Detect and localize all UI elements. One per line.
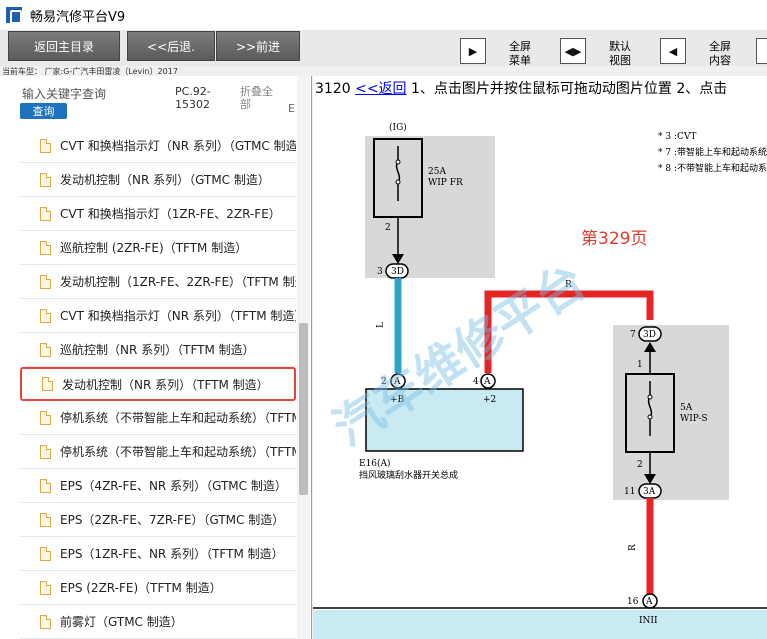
- svg-text:+2: +2: [483, 395, 496, 405]
- svg-text:A: A: [483, 377, 491, 387]
- search-button[interactable]: 查询: [20, 103, 67, 119]
- sidebar-item-label: 巡航控制 (2ZR-FE)（TFTM 制造）: [60, 241, 248, 255]
- bottom-module: [313, 610, 767, 639]
- fullscreen-menu-label[interactable]: 全屏 菜单: [500, 40, 540, 68]
- sidebar: 输入关键字查询 查询 PC.92-15302 折叠全部 E CVT 和换档指示灯…: [0, 76, 312, 639]
- note-3: * 3 :CVT: [658, 132, 696, 142]
- svg-text:R: R: [628, 544, 638, 551]
- sidebar-item-label: EPS (2ZR-FE)（TFTM 制造）: [60, 581, 222, 595]
- fullscreen-content-icon[interactable]: ◀: [660, 38, 686, 64]
- document-icon: [40, 274, 51, 289]
- forward-button[interactable]: >>前进: [216, 31, 300, 61]
- search-input[interactable]: 输入关键字查询: [22, 85, 106, 102]
- back-button[interactable]: <<后退.: [127, 31, 215, 61]
- sidebar-item[interactable]: 发动机控制（NR 系列）（TFTM 制造）: [20, 367, 296, 401]
- page-number: 第329页: [581, 229, 648, 249]
- fuse2-name: WIP-S: [680, 414, 708, 424]
- sidebar-item[interactable]: 巡航控制（NR 系列）（TFTM 制造）: [20, 333, 296, 367]
- scroll-thumb[interactable]: [299, 323, 308, 495]
- svg-text:INII: INII: [639, 616, 658, 626]
- document-icon: [40, 240, 51, 255]
- sidebar-item[interactable]: EPS（4ZR-FE、NR 系列）（GTMC 制造）: [20, 469, 296, 503]
- app-icon: [6, 7, 22, 24]
- fullscreen-content-label[interactable]: 全屏 内容: [700, 40, 740, 68]
- document-icon: [42, 377, 53, 391]
- sidebar-item-label: CVT 和换档指示灯（NR 系列）（TFTM 制造）: [60, 309, 296, 323]
- sidebar-item[interactable]: CVT 和换档指示灯（NR 系列）（GTMC 制造）: [20, 129, 296, 163]
- ig-label: (IG): [389, 122, 407, 133]
- document-icon: [40, 138, 51, 153]
- window-title: 畅易汽修平台V9: [30, 9, 126, 25]
- sidebar-scrollbar[interactable]: [297, 76, 310, 639]
- sidebar-item-label: CVT 和换档指示灯（1ZR-FE、2ZR-FE）: [60, 207, 281, 221]
- wire-num-2a: 2: [385, 223, 391, 233]
- sidebar-item-label: 停机系统（不带智能上车和起动系统）（TFTM 制造）: [60, 445, 296, 459]
- sidebar-item[interactable]: EPS（2ZR-FE、7ZR-FE）（GTMC 制造）: [20, 503, 296, 537]
- fuse-box-left: [365, 136, 495, 278]
- fuse1-name: WIP FR: [428, 178, 463, 188]
- sidebar-item[interactable]: 停机系统（不带智能上车和起动系统）（TFTM 制造）: [20, 435, 296, 469]
- svg-text:1: 1: [637, 360, 643, 370]
- svg-text:3D: 3D: [643, 330, 656, 340]
- clipped-text: E: [288, 102, 295, 115]
- svg-text:16: 16: [627, 597, 639, 607]
- collapse-all-button[interactable]: 折叠全部: [240, 85, 280, 111]
- sidebar-item[interactable]: 巡航控制 (2ZR-FE)（TFTM 制造）: [20, 231, 296, 265]
- document-icon: [40, 512, 51, 527]
- window-titlebar: 畅易汽修平台V9: [0, 0, 767, 30]
- fuse1-rating: 25A: [428, 167, 446, 177]
- sidebar-item-label: CVT 和换档指示灯（NR 系列）（GTMC 制造）: [60, 139, 296, 153]
- fuse-box-right: [613, 325, 729, 500]
- toolbar: 返回主目录 <<后退. >>前进 ▶ 全屏 菜单 ◀▶ 默认 视图 ◀ 全屏 内…: [0, 30, 767, 68]
- sidebar-item-label: 巡航控制（NR 系列）（TFTM 制造）: [60, 343, 255, 357]
- document-icon: [40, 342, 51, 357]
- fuse2-rating: 5A: [680, 403, 693, 413]
- sidebar-item-label: EPS（4ZR-FE、NR 系列）（GTMC 制造）: [60, 479, 287, 493]
- svg-text:11: 11: [624, 487, 635, 497]
- document-icon: [40, 444, 51, 459]
- svg-text:2: 2: [637, 460, 643, 470]
- fullscreen-menu-icon[interactable]: ▶: [460, 38, 486, 64]
- back-home-button[interactable]: 返回主目录: [8, 31, 120, 61]
- document-icon: [40, 206, 51, 221]
- svg-text:3D: 3D: [391, 267, 404, 277]
- sidebar-item[interactable]: 停机系统（不带智能上车和起动系统）（TFTM 制造）: [20, 401, 296, 435]
- sidebar-item[interactable]: CVT 和换档指示灯（1ZR-FE、2ZR-FE）: [20, 197, 296, 231]
- document-icon: [40, 546, 51, 561]
- svg-text:7: 7: [630, 330, 636, 340]
- sidebar-item-label: EPS（2ZR-FE、7ZR-FE）（GTMC 制造）: [60, 513, 285, 527]
- svg-text:L: L: [376, 322, 386, 328]
- document-icon: [40, 478, 51, 493]
- sidebar-item[interactable]: 发动机控制（1ZR-FE、2ZR-FE）（TFTM 制造）: [20, 265, 296, 299]
- document-icon: [40, 614, 51, 629]
- document-icon: [40, 172, 51, 187]
- svg-text:3A: 3A: [643, 487, 656, 497]
- svg-text:A: A: [645, 597, 653, 607]
- note-7: * 7 :带智能上车和起动系统: [658, 146, 767, 158]
- document-icon: [40, 580, 51, 595]
- sidebar-item[interactable]: 发动机控制（NR 系列）（GTMC 制造）: [20, 163, 296, 197]
- sidebar-item[interactable]: CVT 和换档指示灯（NR 系列）（TFTM 制造）: [20, 299, 296, 333]
- sidebar-item-label: 发动机控制（1ZR-FE、2ZR-FE）（TFTM 制造）: [60, 275, 296, 289]
- sidebar-item-label: 发动机控制（NR 系列）（TFTM 制造）: [62, 377, 269, 392]
- sidebar-item[interactable]: 前雾灯（GTMC 制造）: [20, 605, 296, 639]
- more-icon[interactable]: [756, 38, 767, 64]
- note-8: * 8 :不带智能上车和起动系统: [658, 162, 767, 174]
- document-icon: [40, 410, 51, 425]
- default-view-icon[interactable]: ◀▶: [560, 38, 586, 64]
- e16-label: E16(A): [359, 458, 391, 469]
- sidebar-item[interactable]: EPS（1ZR-FE、NR 系列）（TFTM 制造）: [20, 537, 296, 571]
- document-list: CVT 和换档指示灯（NR 系列）（GTMC 制造） 发动机控制（NR 系列）（G…: [20, 129, 296, 639]
- sidebar-item-label: 停机系统（不带智能上车和起动系统）（TFTM 制造）: [60, 411, 296, 425]
- sidebar-item[interactable]: EPS (2ZR-FE)（TFTM 制造）: [20, 571, 296, 605]
- e16-name: 挡风玻璃刮水器开关总成: [359, 469, 458, 481]
- svg-text:3: 3: [377, 267, 383, 277]
- document-icon: [40, 308, 51, 323]
- pc-code: PC.92-15302: [175, 85, 211, 111]
- diagram-panel[interactable]: 3120 <<返回 1、点击图片并按住鼠标可拖动动图片位置 2、点击 (IG) …: [313, 76, 767, 639]
- sidebar-item-label: EPS（1ZR-FE、NR 系列）（TFTM 制造）: [60, 547, 284, 561]
- default-view-label[interactable]: 默认 视图: [600, 40, 640, 68]
- sidebar-item-label: 前雾灯（GTMC 制造）: [60, 615, 183, 629]
- sidebar-item-label: 发动机控制（NR 系列）（GTMC 制造）: [60, 173, 270, 187]
